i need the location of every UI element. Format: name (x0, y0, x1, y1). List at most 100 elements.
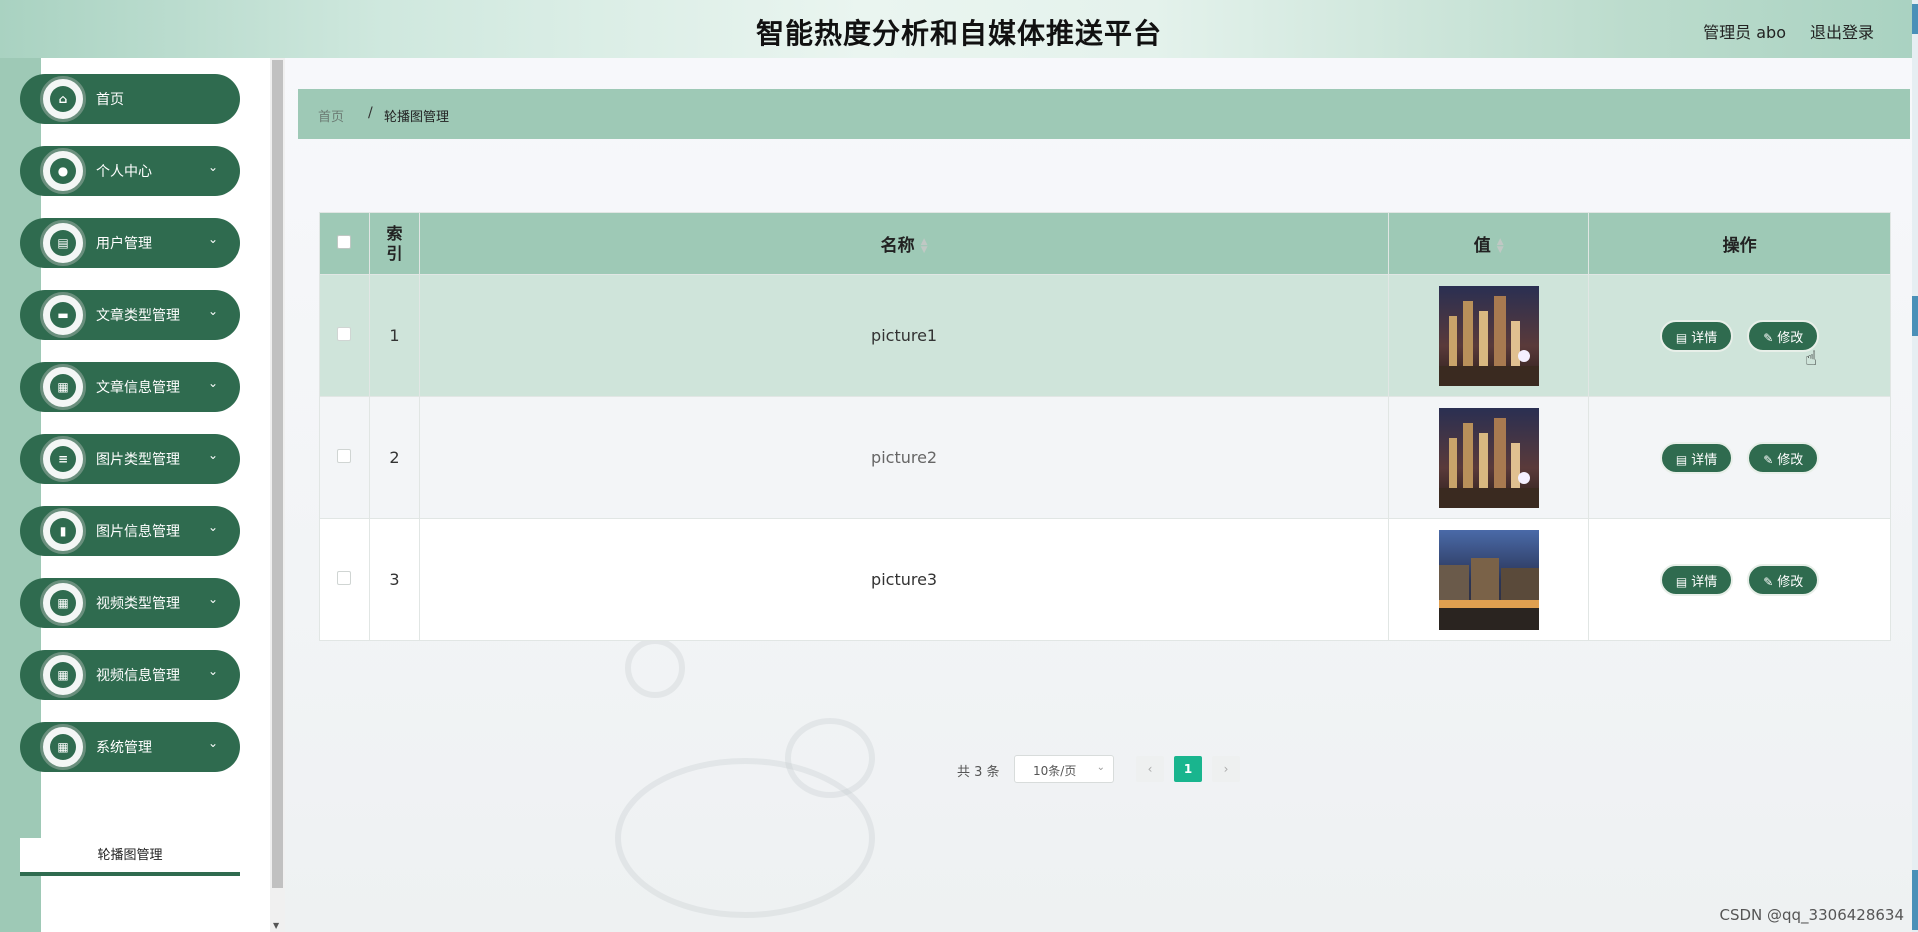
submenu-carousel-management[interactable]: 轮播图管理 (20, 838, 240, 876)
row-name: picture1 (418, 274, 1390, 397)
app-title: 智能热度分析和自媒体推送平台 (755, 17, 1162, 50)
document-icon: ▤ (1675, 330, 1688, 345)
sidebar-item-label: 视频类型管理 (96, 596, 180, 612)
row-actions: ▤ 详情 ✎ 修改 (1588, 518, 1891, 641)
sidebar-item-label: 文章信息管理 (96, 380, 180, 396)
sidebar-item-label: 首页 (96, 92, 124, 108)
list-icon: ≡ (40, 436, 86, 482)
breadcrumb: 首页 / 轮播图管理 (298, 89, 1910, 139)
detail-button[interactable]: ▤ 详情 (1659, 319, 1734, 352)
document-icon: ▤ (1675, 574, 1688, 589)
detail-button[interactable]: ▤ 详情 (1659, 441, 1734, 474)
pencil-icon: ✎ (1763, 330, 1774, 345)
sidebar-item-label: 个人中心 (96, 164, 152, 180)
user-icon: ● (40, 148, 86, 194)
breadcrumb-current: 轮播图管理 (384, 110, 450, 125)
grid-icon: ▦ (40, 364, 86, 410)
sidebar-scrollbar[interactable]: ▼ (270, 58, 285, 932)
row-name: picture2 (418, 396, 1390, 519)
sidebar-item-article-type[interactable]: ▬ 文章类型管理 ⌄ (20, 290, 240, 340)
scroll-down-icon[interactable]: ▼ (273, 921, 279, 930)
row-index: 3 (368, 518, 420, 641)
window-edge (1912, 0, 1918, 932)
sidebar-item-video-type[interactable]: ▦ 视频类型管理 ⌄ (20, 578, 240, 628)
row-index: 1 (368, 274, 420, 397)
sidebar-item-personal-center[interactable]: ● 个人中心 ⌄ (20, 146, 240, 196)
table-row: 2 picture2 ▤ 详情 ✎ 修改 (319, 396, 1891, 519)
row-checkbox[interactable] (337, 327, 352, 341)
chevron-down-icon: ⌄ (207, 520, 218, 534)
next-page-button[interactable]: › (1212, 756, 1240, 782)
column-header-value[interactable]: 值 ▲ ▼ (1388, 212, 1590, 275)
column-header-index: 索引 (368, 212, 420, 275)
chevron-down-icon: ⌄ (207, 160, 218, 174)
carousel-image-thumbnail[interactable] (1438, 285, 1539, 386)
column-header-name[interactable]: 名称 ▲ ▼ (418, 212, 1390, 275)
pagination-total: 共 3 条 (957, 765, 1000, 780)
sidebar-item-image-info[interactable]: ▮ 图片信息管理 ⌄ (20, 506, 240, 556)
current-user: 管理员 abo (1703, 23, 1786, 42)
column-header-action: 操作 (1588, 212, 1891, 275)
sidebar-item-label: 用户管理 (96, 236, 152, 252)
sidebar-item-label: 视频信息管理 (96, 668, 180, 684)
sidebar-item-user-management[interactable]: ▤ 用户管理 ⌄ (20, 218, 240, 268)
sidebar-item-system[interactable]: ▦ 系统管理 ⌄ (20, 722, 240, 772)
chevron-down-icon: ⌄ (207, 304, 218, 318)
background-decoration (625, 638, 685, 698)
watermark: CSDN @qq_3306428634 (1719, 906, 1904, 924)
detail-button[interactable]: ▤ 详情 (1659, 563, 1734, 596)
top-header: 智能热度分析和自媒体推送平台 管理员 abo 退出登录 (0, 0, 1918, 58)
sidebar-item-article-info[interactable]: ▦ 文章信息管理 ⌄ (20, 362, 240, 412)
scrollbar-thumb[interactable] (272, 60, 283, 888)
bar-chart-icon: ▮ (40, 508, 86, 554)
sort-icon[interactable]: ▲ ▼ (1497, 238, 1504, 255)
chevron-down-icon: ⌄ (207, 592, 218, 606)
sidebar-item-home[interactable]: ⌂ 首页 (20, 74, 240, 124)
grid-icon: ▦ (40, 580, 86, 626)
carousel-image-thumbnail[interactable] (1438, 407, 1539, 508)
chevron-down-icon: ⌄ (1096, 762, 1105, 773)
page-button-current[interactable]: 1 (1174, 756, 1202, 782)
breadcrumb-separator: / (368, 105, 373, 121)
carousel-image-thumbnail[interactable] (1438, 529, 1539, 630)
sidebar-item-video-info[interactable]: ▦ 视频信息管理 ⌄ (20, 650, 240, 700)
clipboard-icon: ▤ (40, 220, 86, 266)
logout-link[interactable]: 退出登录 (1810, 19, 1874, 43)
edit-button[interactable]: ✎ 修改 (1747, 441, 1820, 474)
row-image-cell (1388, 274, 1590, 397)
edit-button[interactable]: ✎ 修改 (1747, 563, 1820, 596)
pagination: 共 3 条 10条/页 ⌄ ‹ 1 › (285, 754, 1912, 784)
row-actions: ▤ 详情 ✎ 修改 (1588, 396, 1891, 519)
select-all-cell (319, 212, 370, 275)
grid-icon: ▦ (40, 724, 86, 770)
row-name: picture3 (418, 518, 1390, 641)
sidebar-item-label: 图片信息管理 (96, 524, 180, 540)
row-image-cell (1388, 396, 1590, 519)
chevron-down-icon: ⌄ (207, 376, 218, 390)
select-all-checkbox[interactable] (337, 234, 352, 249)
carousel-table: 索引 名称 ▲ ▼ 值 ▲ ▼ 操作 1 picture1 ▤ 详情 ✎ 修改 … (319, 212, 1891, 641)
folder-icon: ▬ (40, 292, 86, 338)
sort-icon[interactable]: ▲ ▼ (921, 238, 928, 255)
sidebar-item-label: 文章类型管理 (96, 308, 180, 324)
table-header-row: 索引 名称 ▲ ▼ 值 ▲ ▼ 操作 (319, 212, 1891, 275)
chevron-down-icon: ⌄ (207, 664, 218, 678)
home-icon: ⌂ (40, 76, 86, 122)
row-index: 2 (368, 396, 420, 519)
chevron-down-icon: ⌄ (207, 232, 218, 246)
row-actions: ▤ 详情 ✎ 修改 (1588, 274, 1891, 397)
row-checkbox[interactable] (337, 449, 352, 463)
chevron-down-icon: ⌄ (207, 736, 218, 750)
row-checkbox[interactable] (337, 571, 352, 585)
prev-page-button[interactable]: ‹ (1136, 756, 1164, 782)
sidebar-item-image-type[interactable]: ≡ 图片类型管理 ⌄ (20, 434, 240, 484)
pencil-icon: ✎ (1763, 452, 1774, 467)
grid-icon: ▦ (40, 652, 86, 698)
row-image-cell (1388, 518, 1590, 641)
page-size-select[interactable]: 10条/页 ⌄ (1014, 755, 1114, 783)
breadcrumb-home-link[interactable]: 首页 (318, 106, 344, 125)
sidebar-item-label: 系统管理 (96, 740, 152, 756)
sidebar-item-label: 图片类型管理 (96, 452, 180, 468)
table-row: 1 picture1 ▤ 详情 ✎ 修改 (319, 274, 1891, 397)
main-content: 首页 / 轮播图管理 索引 名称 ▲ ▼ 值 ▲ ▼ 操作 1 picture1… (285, 58, 1912, 932)
